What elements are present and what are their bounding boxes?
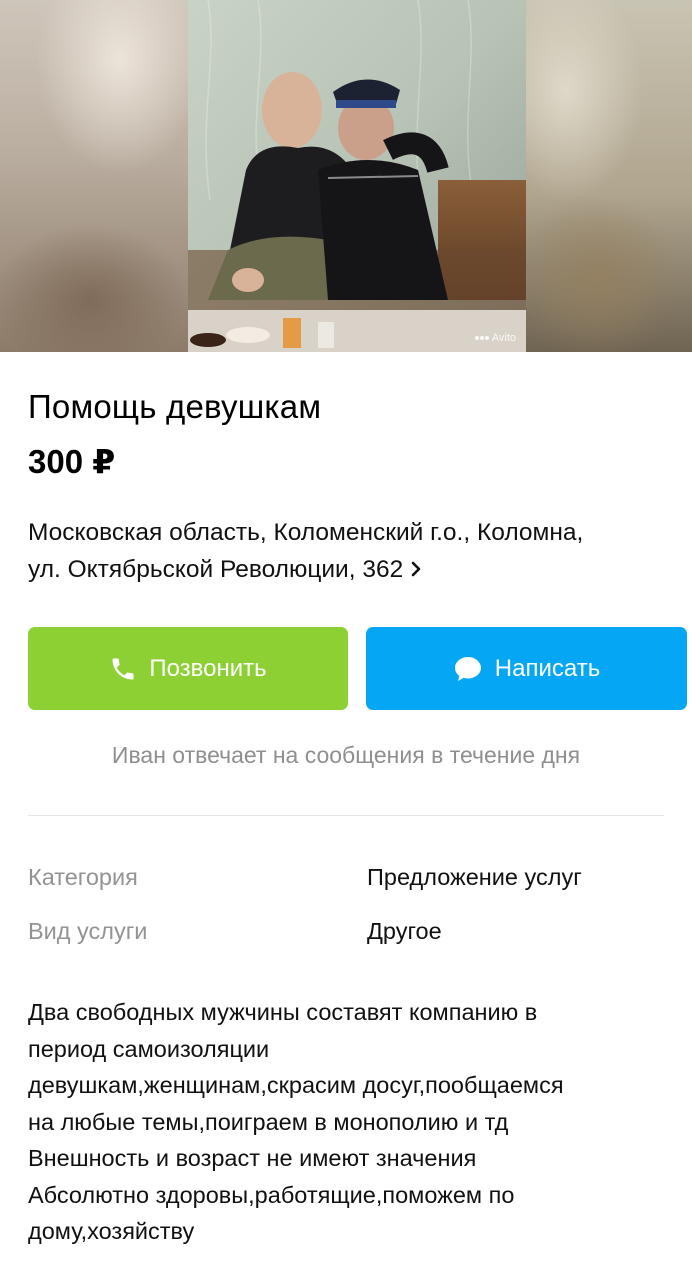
- listing-photo[interactable]: Avito: [188, 0, 526, 352]
- description-line: на любые темы,поиграем в монополию и тд: [28, 1108, 509, 1135]
- listing-address[interactable]: Московская область, Коломенский г.о., Ко…: [28, 514, 668, 588]
- avito-logo-icon: [474, 336, 489, 340]
- param-label-service-type: Вид услуги: [28, 918, 148, 944]
- address-line-1: Московская область, Коломенский г.о., Ко…: [28, 519, 584, 546]
- listing-price: 300 ₽: [28, 443, 116, 480]
- listing-title: Помощь девушкам: [28, 388, 322, 425]
- chat-bubble-icon: [453, 655, 483, 683]
- chevron-right-icon: [411, 551, 421, 588]
- call-button[interactable]: Позвонить: [28, 627, 348, 710]
- write-button-label: Написать: [494, 654, 601, 682]
- watermark-text: Avito: [491, 332, 516, 344]
- address-line-2: ул. Октябрьской Революции, 362: [28, 556, 404, 583]
- description-line: Внешность и возраст не имеют значения: [28, 1145, 477, 1171]
- phone-icon: [109, 655, 137, 683]
- param-value-service-type: Другое: [367, 918, 442, 944]
- photo-watermark: Avito: [474, 332, 516, 344]
- description-line: Два свободных мужчины составят компанию …: [28, 999, 538, 1025]
- description-line: период самоизоляции: [28, 1035, 270, 1062]
- photo-blur-right: [526, 0, 692, 352]
- photo-gallery[interactable]: Avito: [0, 0, 692, 352]
- divider: [28, 815, 664, 816]
- description-line: девушкам,женщинам,скрасим досуг,пообщаем…: [28, 1072, 564, 1098]
- listing-description: Два свободных мужчины составят компанию …: [28, 994, 668, 1250]
- param-value-category: Предложение услуг: [367, 864, 582, 890]
- write-button[interactable]: Написать: [366, 627, 687, 710]
- param-label-category: Категория: [28, 864, 138, 890]
- seller-response-note: Иван отвечает на сообщения в течение дня: [111, 742, 581, 768]
- description-line: Абсолютно здоровы,работящие,поможем по: [28, 1181, 515, 1208]
- call-button-label: Позвонить: [149, 654, 267, 682]
- photo-blur-left: [0, 0, 188, 352]
- description-line: дому,хозяйству: [28, 1218, 195, 1244]
